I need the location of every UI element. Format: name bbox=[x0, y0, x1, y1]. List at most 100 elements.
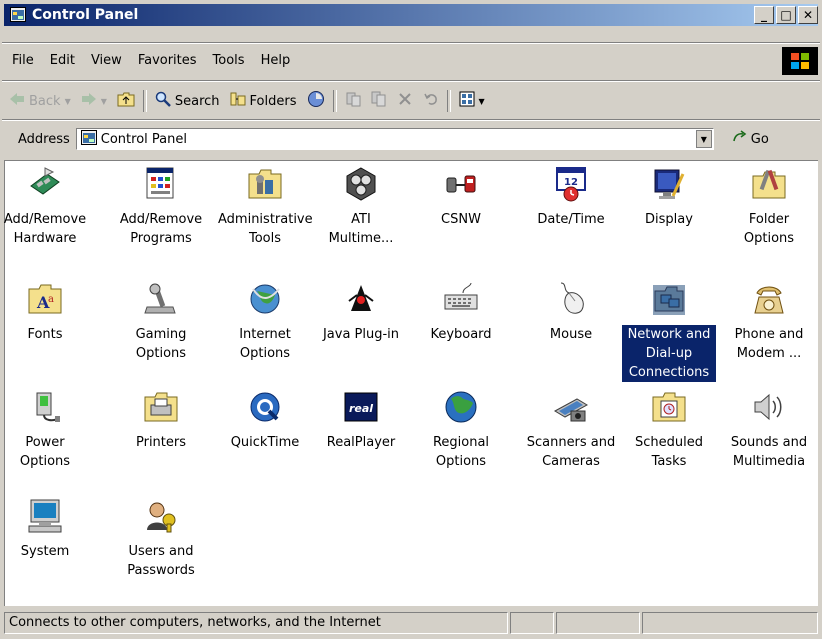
ati-icon bbox=[343, 166, 379, 202]
item-keyboard[interactable]: Keyboard bbox=[413, 281, 509, 344]
item-sounds-and-multimedia[interactable]: Sounds and Multimedia bbox=[721, 389, 817, 471]
item-fonts[interactable]: Aa Fonts bbox=[0, 281, 93, 344]
item-internet-options[interactable]: Internet Options bbox=[217, 281, 313, 363]
go-button[interactable]: Go bbox=[732, 130, 769, 148]
item-add-remove-hardware[interactable]: Add/Remove Hardware bbox=[0, 166, 93, 248]
scheduled-tasks-icon bbox=[651, 389, 687, 425]
move-to-icon bbox=[345, 91, 361, 111]
item-scheduled-tasks[interactable]: Scheduled Tasks bbox=[621, 389, 717, 471]
item-system[interactable]: System bbox=[0, 498, 93, 561]
item-realplayer[interactable]: real RealPlayer bbox=[313, 389, 409, 452]
views-dropdown-icon[interactable]: ▼ bbox=[479, 97, 485, 106]
item-administrative-tools[interactable]: Administrative Tools bbox=[217, 166, 313, 248]
item-label: Regional Options bbox=[432, 435, 490, 469]
window-title: Control Panel bbox=[32, 7, 139, 23]
menu-edit[interactable]: Edit bbox=[42, 48, 83, 74]
status-pane-empty bbox=[642, 612, 818, 634]
folders-button[interactable]: Folders bbox=[225, 88, 302, 114]
item-mouse[interactable]: Mouse bbox=[523, 281, 619, 344]
copy-to-icon bbox=[371, 91, 387, 111]
address-field[interactable]: Control Panel ▼ bbox=[75, 128, 714, 150]
globe-icon bbox=[443, 389, 479, 425]
back-dropdown-icon[interactable]: ▼ bbox=[65, 97, 71, 106]
calendar-clock-icon: 12 bbox=[553, 166, 589, 202]
item-label: Administrative Tools bbox=[218, 212, 313, 246]
item-regional-options[interactable]: Regional Options bbox=[413, 389, 509, 471]
minimize-button[interactable]: _ bbox=[754, 6, 774, 24]
item-label: System bbox=[20, 544, 70, 559]
control-panel-icon bbox=[80, 129, 97, 149]
history-button[interactable] bbox=[302, 88, 330, 114]
hardware-icon bbox=[27, 166, 63, 202]
address-label: Address bbox=[18, 131, 70, 147]
item-printers[interactable]: Printers bbox=[113, 389, 209, 452]
item-label: Java Plug-in bbox=[322, 327, 400, 342]
menu-help[interactable]: Help bbox=[253, 48, 299, 74]
delete-button[interactable] bbox=[392, 88, 418, 114]
search-button[interactable]: Search bbox=[150, 88, 225, 114]
item-label: RealPlayer bbox=[326, 435, 396, 450]
item-label: Add/Remove Programs bbox=[119, 212, 203, 246]
java-icon bbox=[343, 281, 379, 317]
menu-file[interactable]: File bbox=[4, 48, 42, 74]
item-add-remove-programs[interactable]: Add/Remove Programs bbox=[113, 166, 209, 248]
item-date-time[interactable]: 12 Date/Time bbox=[523, 166, 619, 229]
go-label: Go bbox=[750, 131, 769, 147]
close-button[interactable]: ✕ bbox=[798, 6, 818, 24]
item-label: Scanners and Cameras bbox=[526, 435, 616, 469]
forward-arrow-icon bbox=[81, 92, 97, 110]
views-button[interactable]: ▼ bbox=[454, 88, 490, 114]
menu-tools[interactable]: Tools bbox=[205, 48, 253, 74]
status-pane-empty bbox=[556, 612, 640, 634]
menu-favorites[interactable]: Favorites bbox=[130, 48, 205, 74]
toolbar-separator bbox=[446, 90, 451, 112]
control-panel-items: Add/Remove Hardware Add/Remove Programs … bbox=[4, 160, 818, 606]
undo-button[interactable] bbox=[418, 88, 444, 114]
svg-text:a: a bbox=[48, 294, 54, 305]
address-dropdown-icon[interactable]: ▼ bbox=[695, 130, 712, 148]
windows-logo-icon bbox=[782, 47, 818, 75]
item-label: QuickTime bbox=[230, 435, 300, 450]
address-bar: Address Control Panel ▼ Go bbox=[4, 124, 816, 154]
item-scanners-and-cameras[interactable]: Scanners and Cameras bbox=[523, 389, 619, 471]
forward-button[interactable]: ▼ bbox=[76, 88, 112, 114]
item-display[interactable]: Display bbox=[621, 166, 717, 229]
forward-dropdown-icon[interactable]: ▼ bbox=[101, 97, 107, 106]
menubar-divider bbox=[2, 42, 820, 44]
copy-to-button[interactable] bbox=[366, 88, 392, 114]
item-network-dial-up-connections[interactable]: Network and Dial-up Connections bbox=[621, 281, 717, 382]
svg-text:real: real bbox=[349, 402, 373, 415]
item-phone-and-modem[interactable]: Phone and Modem ... bbox=[721, 281, 817, 363]
printer-icon bbox=[143, 389, 179, 425]
item-users-and-passwords[interactable]: Users and Passwords bbox=[113, 498, 209, 580]
item-label: Fonts bbox=[27, 327, 63, 342]
status-bar: Connects to other computers, networks, a… bbox=[4, 612, 818, 636]
item-label: Scheduled Tasks bbox=[635, 435, 703, 469]
item-power-options[interactable]: Power Options bbox=[0, 389, 93, 471]
item-ati-multimedia[interactable]: ATI Multime... bbox=[313, 166, 409, 248]
title-bar[interactable]: Control Panel _ □ ✕ bbox=[4, 4, 818, 26]
joystick-icon bbox=[143, 281, 179, 317]
item-folder-options[interactable]: Folder Options bbox=[721, 166, 817, 248]
go-arrow-icon bbox=[732, 130, 748, 148]
item-label: Display bbox=[645, 212, 693, 227]
folder-options-icon bbox=[751, 166, 787, 202]
control-panel-window: Control Panel _ □ ✕ File Edit View Favor… bbox=[0, 0, 822, 639]
up-folder-button[interactable] bbox=[112, 88, 140, 114]
back-label: Back bbox=[29, 93, 61, 109]
maximize-button[interactable]: □ bbox=[776, 6, 796, 24]
item-quicktime[interactable]: QuickTime bbox=[217, 389, 313, 452]
svg-text:12: 12 bbox=[564, 177, 578, 188]
menu-view[interactable]: View bbox=[83, 48, 130, 74]
menu-bar: File Edit View Favorites Tools Help bbox=[4, 48, 780, 74]
programs-icon bbox=[143, 166, 179, 202]
address-value: Control Panel bbox=[100, 131, 187, 147]
mouse-icon bbox=[553, 281, 589, 317]
item-gaming-options[interactable]: Gaming Options bbox=[113, 281, 209, 363]
item-csnw[interactable]: CSNW bbox=[413, 166, 509, 229]
item-label: Network and Dial-up Connections bbox=[622, 325, 716, 382]
back-button[interactable]: Back ▼ bbox=[4, 88, 76, 114]
move-to-button[interactable] bbox=[340, 88, 366, 114]
history-icon bbox=[307, 90, 325, 112]
item-java-plug-in[interactable]: Java Plug-in bbox=[313, 281, 409, 344]
